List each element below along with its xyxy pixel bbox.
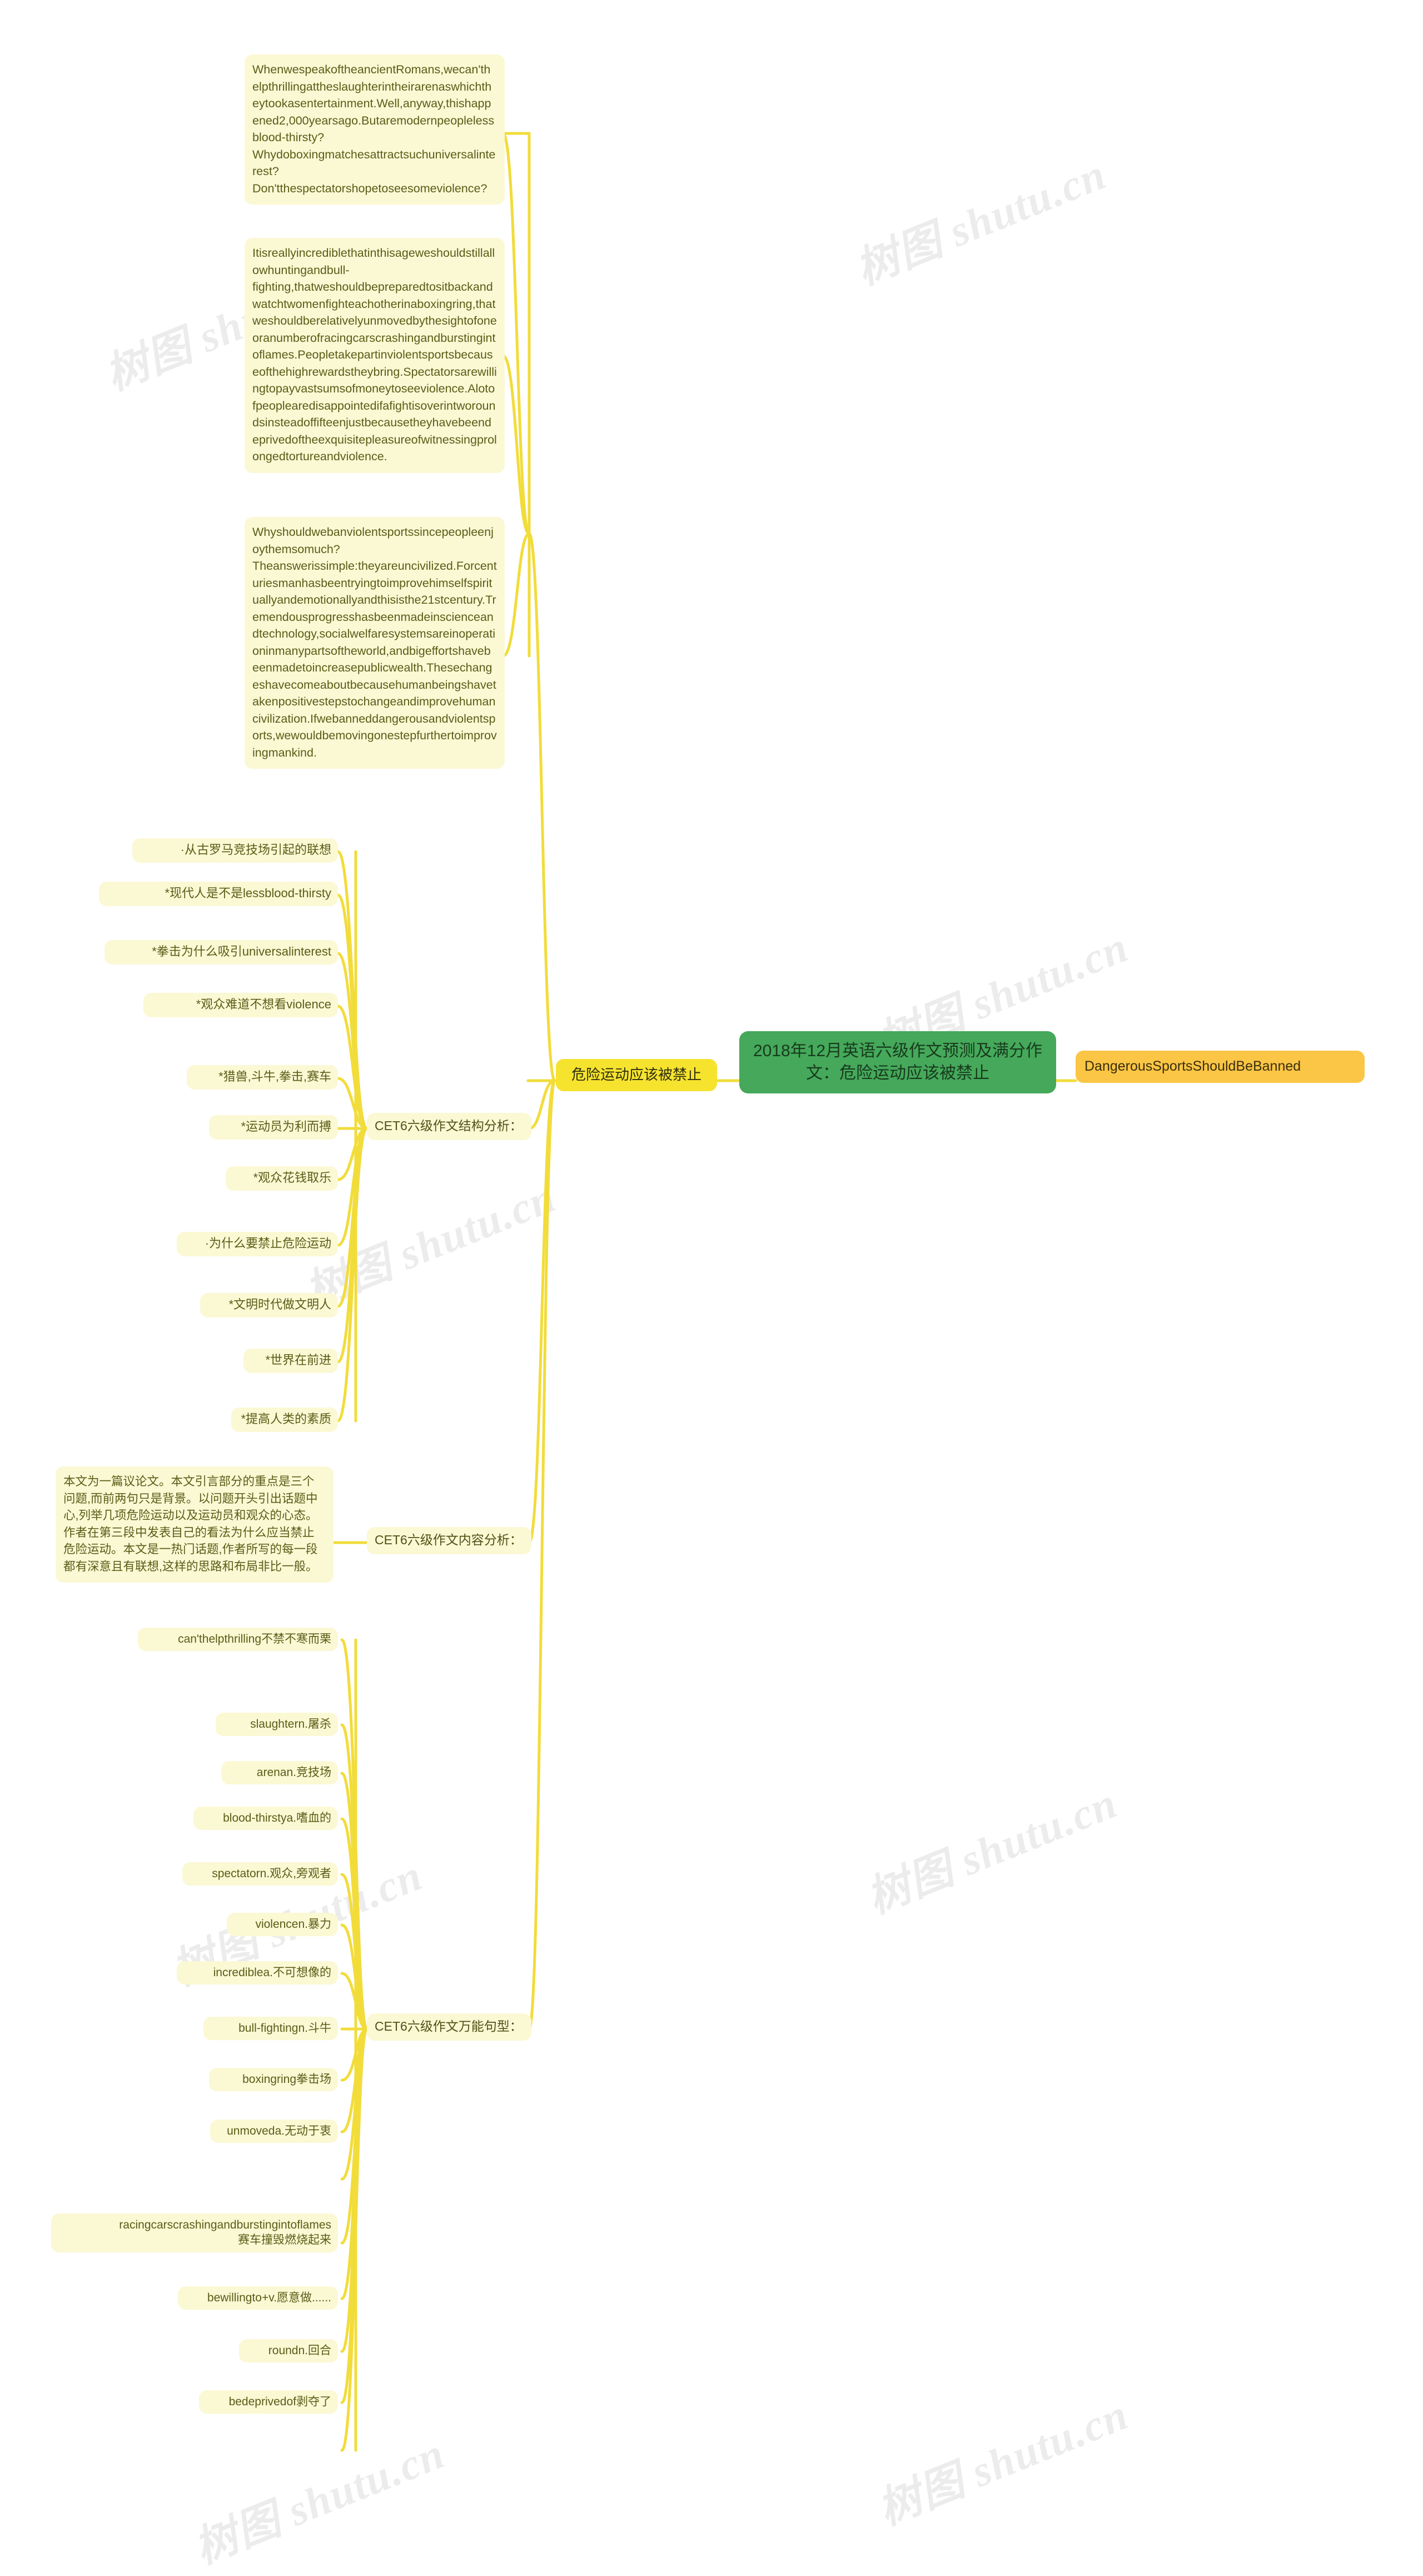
content-analysis-text: 本文为一篇议论文。本文引言部分的重点是三个问题,而前两句只是背景。以问题开头引出… [56,1466,334,1583]
connector-lines [332,132,1077,2452]
topic-node[interactable]: 危险运动应该被禁止 [556,1059,717,1091]
watermark: 树图 shutu.cn [849,149,1113,294]
vocabulary-item-13[interactable]: roundn.回合 [239,2339,338,2363]
watermark: 树图 shutu.cn [871,2389,1136,2534]
structure-item-3[interactable]: *拳击为什么吸引universalinterest [105,940,338,964]
structure-item-10[interactable]: *世界在前进 [243,1349,338,1373]
vocabulary-item-10[interactable]: unmoveda.无动于衷 [210,2120,338,2144]
watermark: 树图 shutu.cn [860,1778,1125,1923]
branch-structure-analysis[interactable]: CET6六级作文结构分析： [367,1113,531,1140]
structure-item-7[interactable]: *观众花钱取乐 [226,1166,338,1191]
vocabulary-item-11[interactable]: racingcarscrashingandburstingintoflames … [51,2214,338,2252]
root-node[interactable]: 2018年12月英语六级作文预测及满分作文：危险运动应该被禁止 [739,1031,1056,1094]
essay-paragraph-1: WhenwespeakoftheancientRomans,wecan'thel… [245,54,505,205]
structure-item-2[interactable]: *现代人是不是lessblood-thirsty [99,882,338,906]
vocabulary-item-1[interactable]: can'thelpthrilling不禁不寒而栗 [138,1628,338,1652]
structure-item-11[interactable]: *提高人类的素质 [231,1408,338,1432]
vocabulary-item-12[interactable]: bewillingto+v.愿意做...... [178,2286,338,2310]
vocabulary-item-9[interactable]: boxingring拳击场 [209,2068,338,2092]
watermark: 树图 shutu.cn [187,2428,452,2573]
vocabulary-item-3[interactable]: arenan.竞技场 [221,1761,338,1785]
essay-paragraph-3: Whyshouldwebanviolentsportssincepeopleen… [245,517,505,769]
vocabulary-item-14[interactable]: bedeprivedof剥夺了 [199,2390,338,2414]
structure-item-5[interactable]: *猎兽,斗牛,拳击,赛车 [187,1065,338,1090]
structure-item-9[interactable]: *文明时代做文明人 [200,1293,338,1317]
vocabulary-item-8[interactable]: bull-fightingn.斗牛 [203,2017,338,2041]
vocabulary-item-4[interactable]: blood-thirstya.嗜血的 [193,1807,338,1831]
structure-item-6[interactable]: *运动员为利而搏 [209,1115,338,1140]
branch-content-analysis[interactable]: CET6六级作文内容分析： [367,1527,531,1554]
structure-item-8[interactable]: ·为什么要禁止危险运动 [177,1232,338,1256]
essay-paragraph-2: Itisreallyincrediblethatinthisageweshoul… [245,238,505,473]
vocabulary-item-2[interactable]: slaughtern.屠杀 [216,1713,338,1737]
vocabulary-item-7[interactable]: incrediblea.不可想像的 [177,1961,338,1985]
structure-item-4[interactable]: *观众难道不想看violence [143,993,338,1017]
vocabulary-item-6[interactable]: violencen.暴力 [227,1913,338,1937]
vocabulary-item-5[interactable]: spectatorn.观众,旁观者 [182,1862,338,1886]
branch-sentence-patterns[interactable]: CET6六级作文万能句型： [367,2013,531,2041]
structure-item-1[interactable]: ·从古罗马竞技场引起的联想 [132,838,338,863]
right-branch-node[interactable]: DangerousSportsShouldBeBanned [1076,1051,1365,1083]
